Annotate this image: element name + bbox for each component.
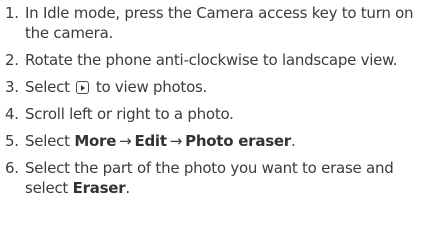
step-number: 6. — [5, 159, 19, 177]
play-icon — [76, 81, 90, 94]
step-text-before: Select — [25, 78, 70, 96]
arrow-right-icon: → — [169, 132, 183, 150]
step-1: 1. In Idle mode, press the Camera access… — [5, 3, 418, 43]
step-number: 2. — [5, 51, 19, 69]
step-text: Scroll left or right to a photo. — [25, 105, 234, 123]
step-text-before: Select — [25, 132, 70, 150]
menu-path-more: More — [74, 132, 117, 150]
step-number: 4. — [5, 105, 19, 123]
step-3: 3. Select to view photos. — [5, 77, 418, 97]
arrow-right-icon: → — [119, 132, 132, 150]
step-6: 6. Select the part of the photo you want… — [5, 158, 418, 198]
step-5: 5. Select More → Edit → Photo eraser. — [5, 131, 418, 151]
step-text-end: . — [125, 179, 130, 197]
step-text: In Idle mode, press the Camera access ke… — [25, 4, 414, 42]
step-number: 3. — [5, 78, 19, 96]
step-text: Select to view photos. — [25, 77, 418, 97]
step-4: 4. Scroll left or right to a photo. — [5, 104, 418, 124]
step-2: 2. Rotate the phone anti-clockwise to la… — [5, 50, 418, 70]
eraser-label: Eraser — [72, 179, 126, 197]
step-number: 1. — [5, 4, 19, 22]
step-text-after: to view photos. — [95, 78, 208, 96]
step-text: Select More → Edit → Photo eraser. — [25, 131, 418, 151]
menu-path-edit: Edit — [134, 132, 167, 150]
step-text: Select the part of the photo you want to… — [25, 158, 418, 198]
instruction-document: 1. In Idle mode, press the Camera access… — [0, 0, 422, 245]
step-text: Rotate the phone anti-clockwise to lands… — [25, 51, 398, 69]
menu-path-photo-eraser: Photo eraser — [185, 132, 291, 150]
steps-list: 1. In Idle mode, press the Camera access… — [5, 3, 418, 198]
step-text-end: . — [290, 132, 296, 150]
step-number: 5. — [5, 132, 19, 150]
